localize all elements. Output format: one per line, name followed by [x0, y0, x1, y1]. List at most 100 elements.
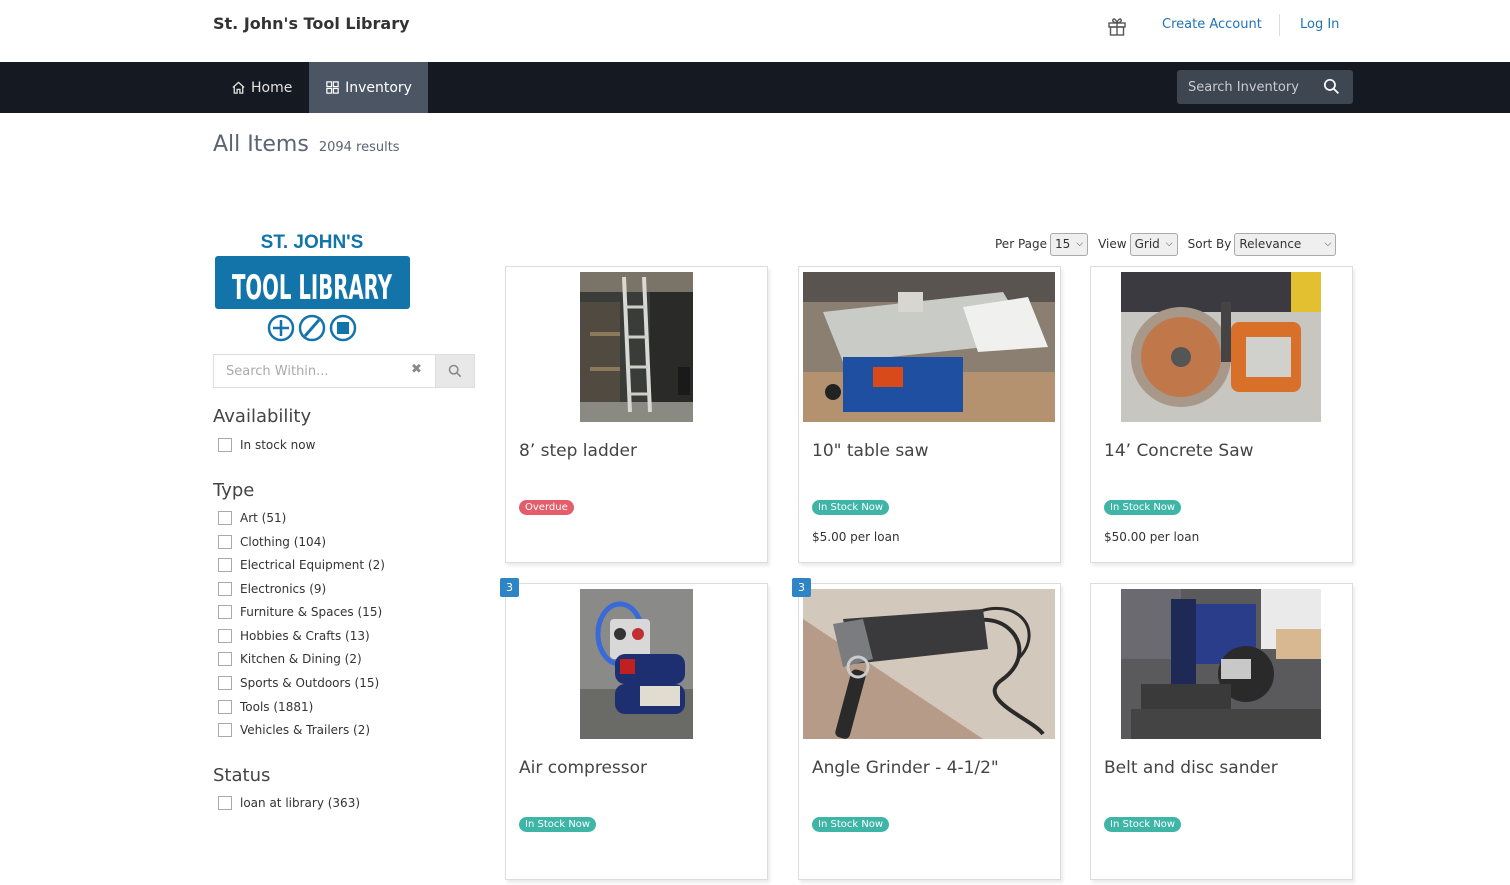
per-page-select[interactable]: 15 ⌵ [1050, 232, 1089, 256]
chevron-down-icon: ⌵ [1165, 239, 1173, 249]
checkbox[interactable] [218, 629, 232, 643]
facet-label: Kitchen & Dining (2) [240, 652, 362, 666]
facet-tools[interactable]: Tools (1881) [218, 700, 313, 714]
item-photo-air-compressor[interactable] [580, 589, 693, 739]
top-header: St. John's Tool Library Create Account L… [0, 0, 1510, 62]
home-icon [232, 81, 245, 94]
item-photo-table-saw[interactable] [803, 272, 1055, 422]
search-icon [448, 364, 462, 378]
results-controls: Per Page 15 ⌵ View Grid ⌵ Sort By Relevanc… [995, 232, 1337, 256]
item-title[interactable]: Angle Grinder - 4-1/2" [812, 758, 999, 778]
item-card[interactable]: 10" table saw In Stock Now $5.00 per loa… [798, 266, 1061, 563]
gift-icon[interactable] [1107, 16, 1127, 36]
item-photo-ladder[interactable] [580, 272, 693, 422]
site-name[interactable]: St. John's Tool Library [213, 14, 410, 33]
item-photo-angle-grinder[interactable] [803, 589, 1055, 739]
inventory-search-input[interactable] [1177, 70, 1317, 104]
facet-electronics[interactable]: Electronics (9) [218, 582, 326, 596]
nav-home[interactable]: Home [214, 62, 309, 113]
item-title[interactable]: Air compressor [519, 758, 647, 778]
facet-label: Electronics (9) [240, 582, 327, 596]
item-title[interactable]: 14’ Concrete Saw [1104, 441, 1254, 461]
facet-label: Vehicles & Trailers (2) [240, 723, 371, 737]
chevron-down-icon: ⌵ [1076, 239, 1084, 249]
sort-select[interactable]: Relevance ⌵ [1234, 232, 1337, 256]
item-count-badge: 3 [500, 578, 519, 597]
item-title[interactable]: 10" table saw [812, 441, 929, 461]
facet-label: In stock now [240, 438, 316, 452]
facet-kitchen[interactable]: Kitchen & Dining (2) [218, 652, 362, 666]
view-select[interactable]: Grid ⌵ [1129, 232, 1178, 256]
item-card[interactable]: Angle Grinder - 4-1/2" In Stock Now [798, 583, 1061, 880]
status-badge: In Stock Now [519, 817, 597, 832]
facet-label: Electrical Equipment (2) [240, 558, 385, 572]
log-in-link[interactable]: Log In [1300, 17, 1339, 32]
create-account-link[interactable]: Create Account [1162, 17, 1262, 32]
checkbox[interactable] [218, 676, 232, 690]
nav-home-label: Home [251, 79, 293, 96]
checkbox[interactable] [218, 700, 232, 714]
facet-clothing[interactable]: Clothing (104) [218, 535, 326, 549]
search-within-button[interactable] [435, 354, 475, 388]
item-title[interactable]: 8’ step ladder [519, 441, 637, 461]
status-badge: In Stock Now [1104, 817, 1182, 832]
facet-furniture[interactable]: Furniture & Spaces (15) [218, 605, 382, 619]
chevron-down-icon: ⌵ [1324, 239, 1332, 249]
item-card[interactable]: 14’ Concrete Saw In Stock Now $50.00 per… [1090, 266, 1353, 563]
facet-label: loan at library (363) [240, 796, 361, 810]
page-title-text: All Items [213, 132, 309, 157]
facet-in-stock[interactable]: In stock now [218, 438, 315, 452]
sort-label: Sort By [1187, 237, 1232, 251]
item-card[interactable]: 8’ step ladder Overdue [505, 266, 768, 563]
item-price: $5.00 per loan [812, 530, 900, 544]
logo-line1: ST. JOHN'S [261, 232, 364, 253]
item-count-badge: 3 [792, 578, 811, 597]
checkbox[interactable] [218, 723, 232, 737]
checkbox[interactable] [218, 582, 232, 596]
facet-sports[interactable]: Sports & Outdoors (15) [218, 676, 379, 690]
item-photo-concrete-saw[interactable] [1121, 272, 1321, 422]
type-heading: Type [213, 480, 255, 501]
item-photo-belt-sander[interactable] [1121, 589, 1321, 739]
item-card[interactable]: Air compressor In Stock Now [505, 583, 768, 880]
availability-heading: Availability [213, 406, 312, 427]
grid-icon [326, 81, 339, 94]
facet-hobbies[interactable]: Hobbies & Crafts (13) [218, 629, 370, 643]
main-navbar: Home Inventory [0, 62, 1510, 113]
view-value: Grid [1134, 237, 1160, 251]
checkbox[interactable] [218, 558, 232, 572]
clear-icon[interactable]: ✖ [411, 362, 422, 377]
per-page-value: 15 [1055, 237, 1071, 251]
checkbox[interactable] [218, 796, 232, 810]
facet-electrical[interactable]: Electrical Equipment (2) [218, 558, 385, 572]
facet-vehicles[interactable]: Vehicles & Trailers (2) [218, 723, 370, 737]
status-badge: In Stock Now [1104, 500, 1182, 515]
checkbox[interactable] [218, 652, 232, 666]
nav-inventory[interactable]: Inventory [309, 62, 428, 113]
page-title: All Items 2094 results [213, 132, 400, 157]
status-badge: Overdue [519, 500, 574, 515]
search-icon[interactable] [1323, 78, 1340, 95]
facet-loan-at-library[interactable]: loan at library (363) [218, 796, 360, 810]
facet-label: Art (51) [240, 511, 287, 525]
sort-value: Relevance [1239, 237, 1302, 251]
checkbox[interactable] [218, 605, 232, 619]
facet-art[interactable]: Art (51) [218, 511, 286, 525]
view-label: View [1098, 237, 1127, 251]
facet-label: Hobbies & Crafts (13) [240, 629, 370, 643]
checkbox[interactable] [218, 438, 232, 452]
search-within: ✖ [213, 354, 475, 388]
nav-inventory-label: Inventory [345, 79, 412, 96]
status-badge: In Stock Now [812, 500, 890, 515]
facet-label: Sports & Outdoors (15) [240, 676, 380, 690]
checkbox[interactable] [218, 535, 232, 549]
search-within-input[interactable] [213, 354, 435, 388]
item-title[interactable]: Belt and disc sander [1104, 758, 1278, 778]
logo-line2: TOOL LIBRARY [232, 268, 392, 308]
checkbox[interactable] [218, 511, 232, 525]
item-card[interactable]: Belt and disc sander In Stock Now [1090, 583, 1353, 880]
tool-library-logo: ST. JOHN'S TOOL LIBRARY [215, 232, 410, 342]
item-price: $50.00 per loan [1104, 530, 1200, 544]
status-badge: In Stock Now [812, 817, 890, 832]
inventory-search [1177, 70, 1353, 104]
